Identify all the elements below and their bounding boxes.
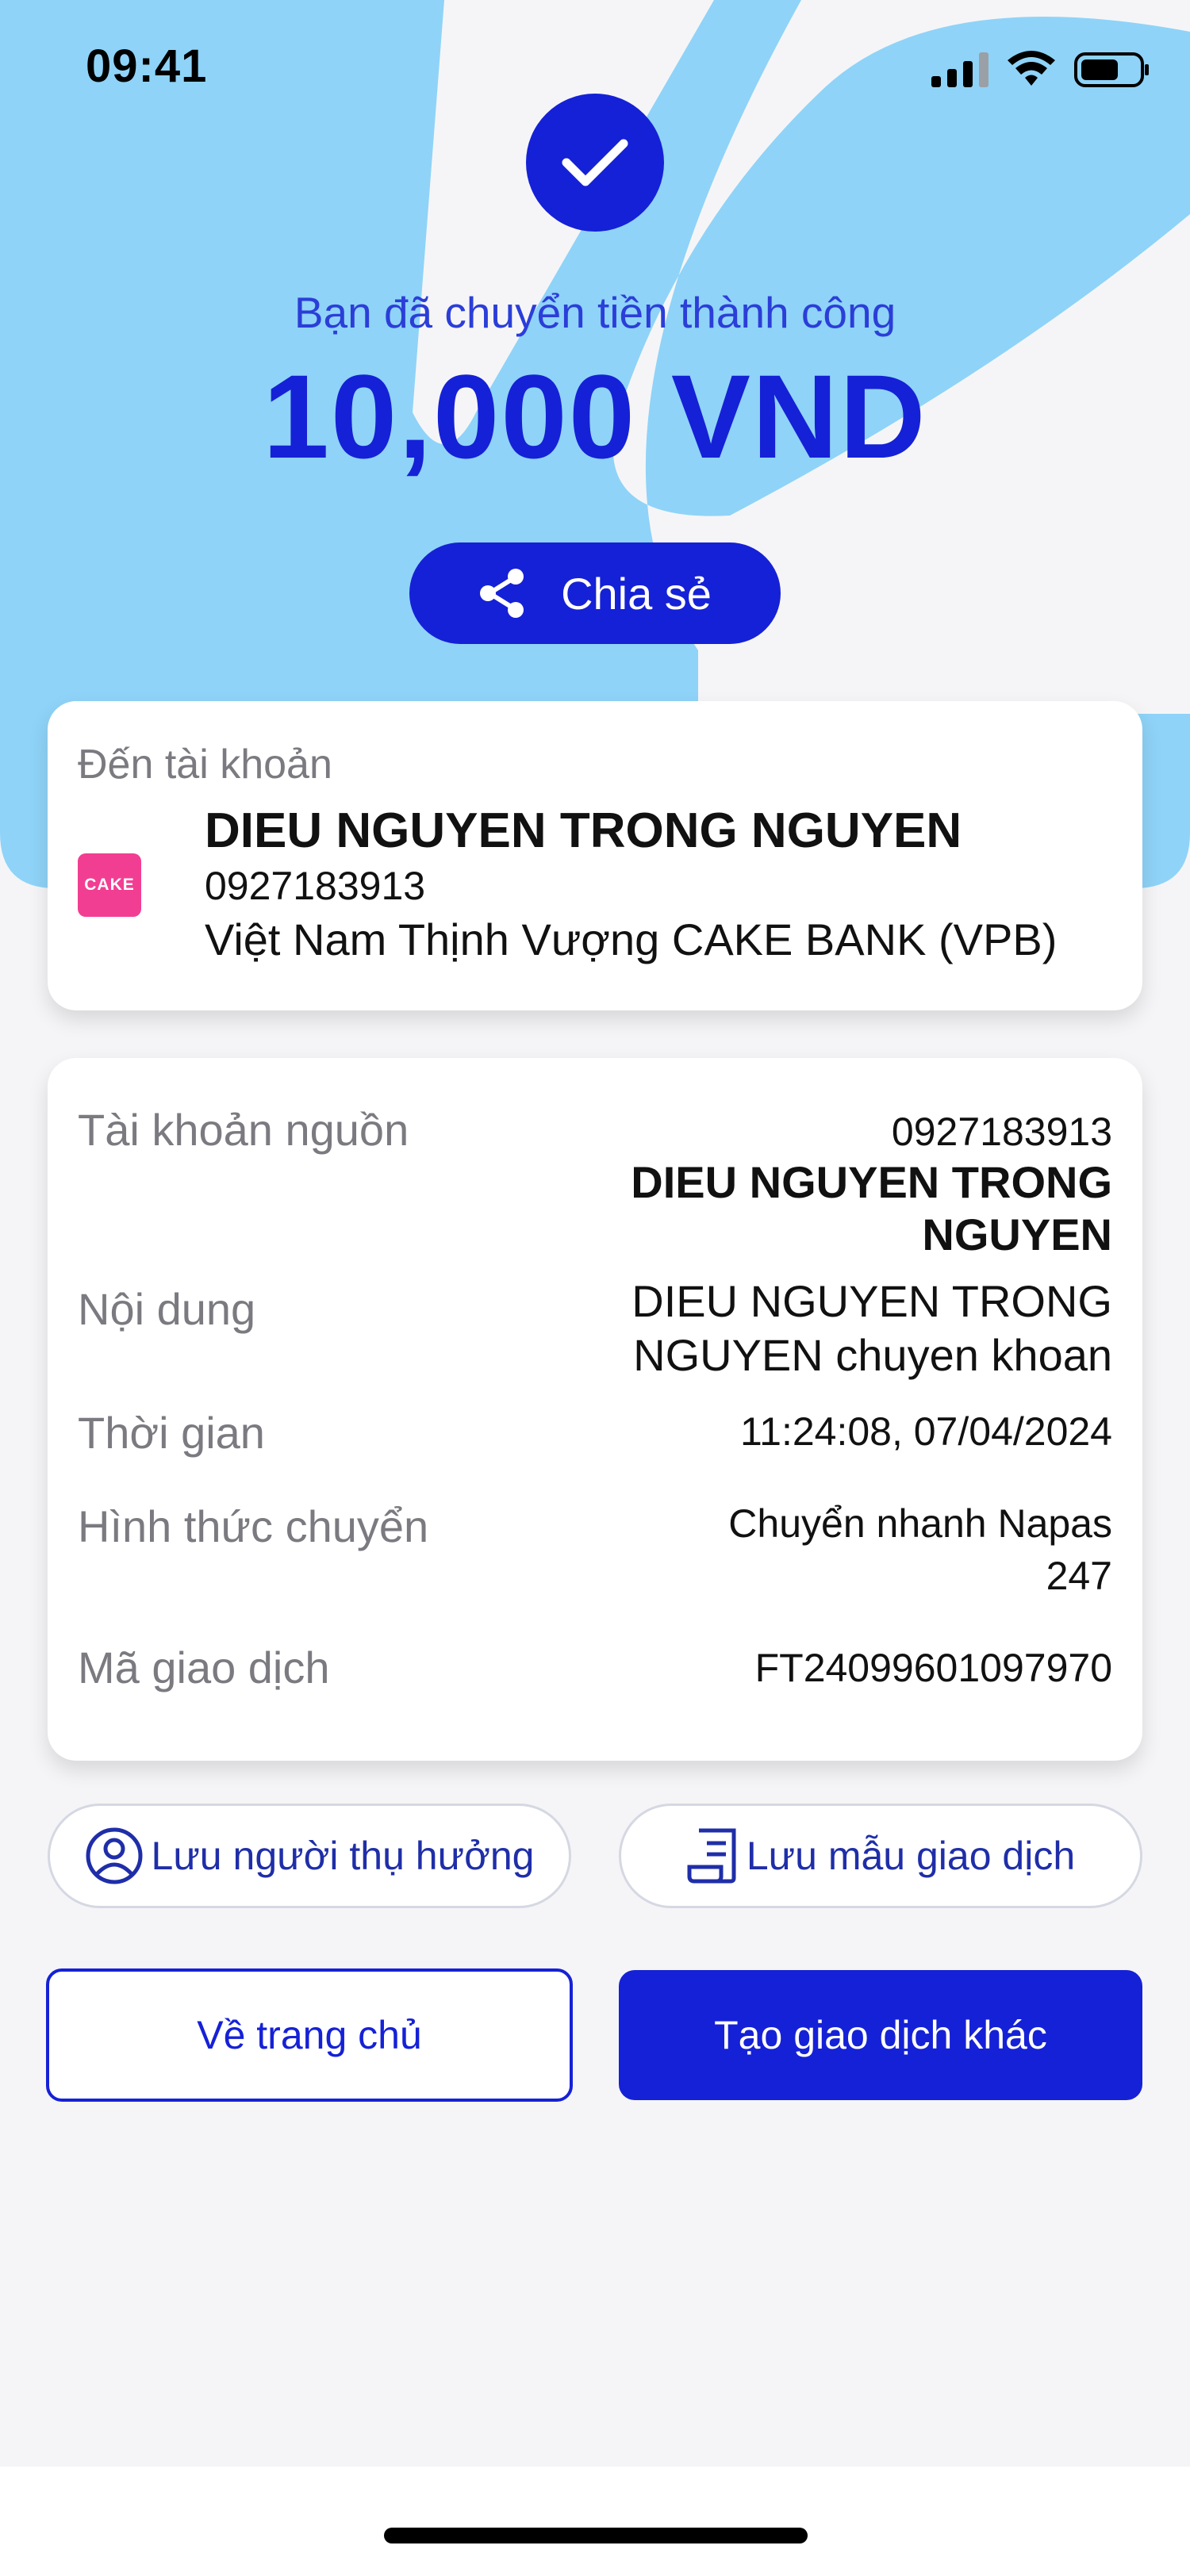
content-line2: NGUYEN chuyen khoan [633,1330,1112,1380]
content-line1: DIEU NGUYEN TRONG [631,1276,1112,1326]
transfer-method-label: Hình thức chuyển [78,1501,429,1551]
share-label: Chia sẻ [561,568,712,619]
time-label: Thời gian [78,1408,265,1458]
status-time: 09:41 [86,40,208,92]
transaction-id-value: FT24099601097970 [754,1646,1112,1690]
home-button[interactable]: Về trang chủ [46,1968,573,2102]
share-button[interactable]: Chia sẻ [409,542,781,644]
receipt-icon [687,1828,736,1884]
transfer-method-line2: 247 [1046,1554,1112,1598]
wifi-icon [1008,51,1055,86]
recipient-name: DIEU NGUYEN TRONG NGUYEN [205,803,962,858]
status-icons [931,49,1150,90]
content-label: Nội dung [78,1284,256,1334]
user-icon [86,1827,143,1884]
new-transaction-button[interactable]: Tạo giao dịch khác [619,1970,1142,2100]
battery-icon [1074,52,1149,87]
bottom-bar [0,2467,1190,2576]
cellular-signal-icon [931,52,988,87]
save-beneficiary-button[interactable]: Lưu người thụ hưởng [48,1804,571,1908]
recipient-label: Đến tài khoản [78,742,332,788]
recipient-bank: Việt Nam Thịnh Vượng CAKE BANK (VPB) [205,914,1058,964]
source-account-label: Tài khoản nguồn [78,1105,409,1155]
home-indicator[interactable] [384,2528,808,2543]
success-check-badge [526,94,664,232]
recipient-card: Đến tài khoản CAKE DIEU NGUYEN TRONG NGU… [48,701,1142,1010]
transaction-id-label: Mã giao dịch [78,1643,330,1692]
source-account-name-line2: NGUYEN [922,1209,1112,1259]
save-template-button[interactable]: Lưu mẫu giao dịch [619,1804,1142,1908]
transaction-details-card: Tài khoản nguồn 0927183913 DIEU NGUYEN T… [48,1058,1142,1761]
transfer-method-line1: Chuyển nhanh Napas [728,1501,1112,1546]
save-beneficiary-label: Lưu người thụ hưởng [151,1834,535,1878]
source-account-name-line1: DIEU NGUYEN TRONG [631,1157,1112,1207]
save-template-label: Lưu mẫu giao dịch [746,1834,1076,1878]
recipient-account-number: 0927183913 [205,864,426,908]
time-value: 11:24:08, 07/04/2024 [740,1409,1112,1454]
cake-bank-logo: CAKE [78,853,141,917]
source-account-number: 0927183913 [891,1110,1112,1154]
transfer-amount: 10,000 VND [263,350,927,483]
checkmark-icon [562,139,628,186]
share-icon [480,569,524,618]
success-message: Bạn đã chuyển tiền thành công [294,288,896,337]
